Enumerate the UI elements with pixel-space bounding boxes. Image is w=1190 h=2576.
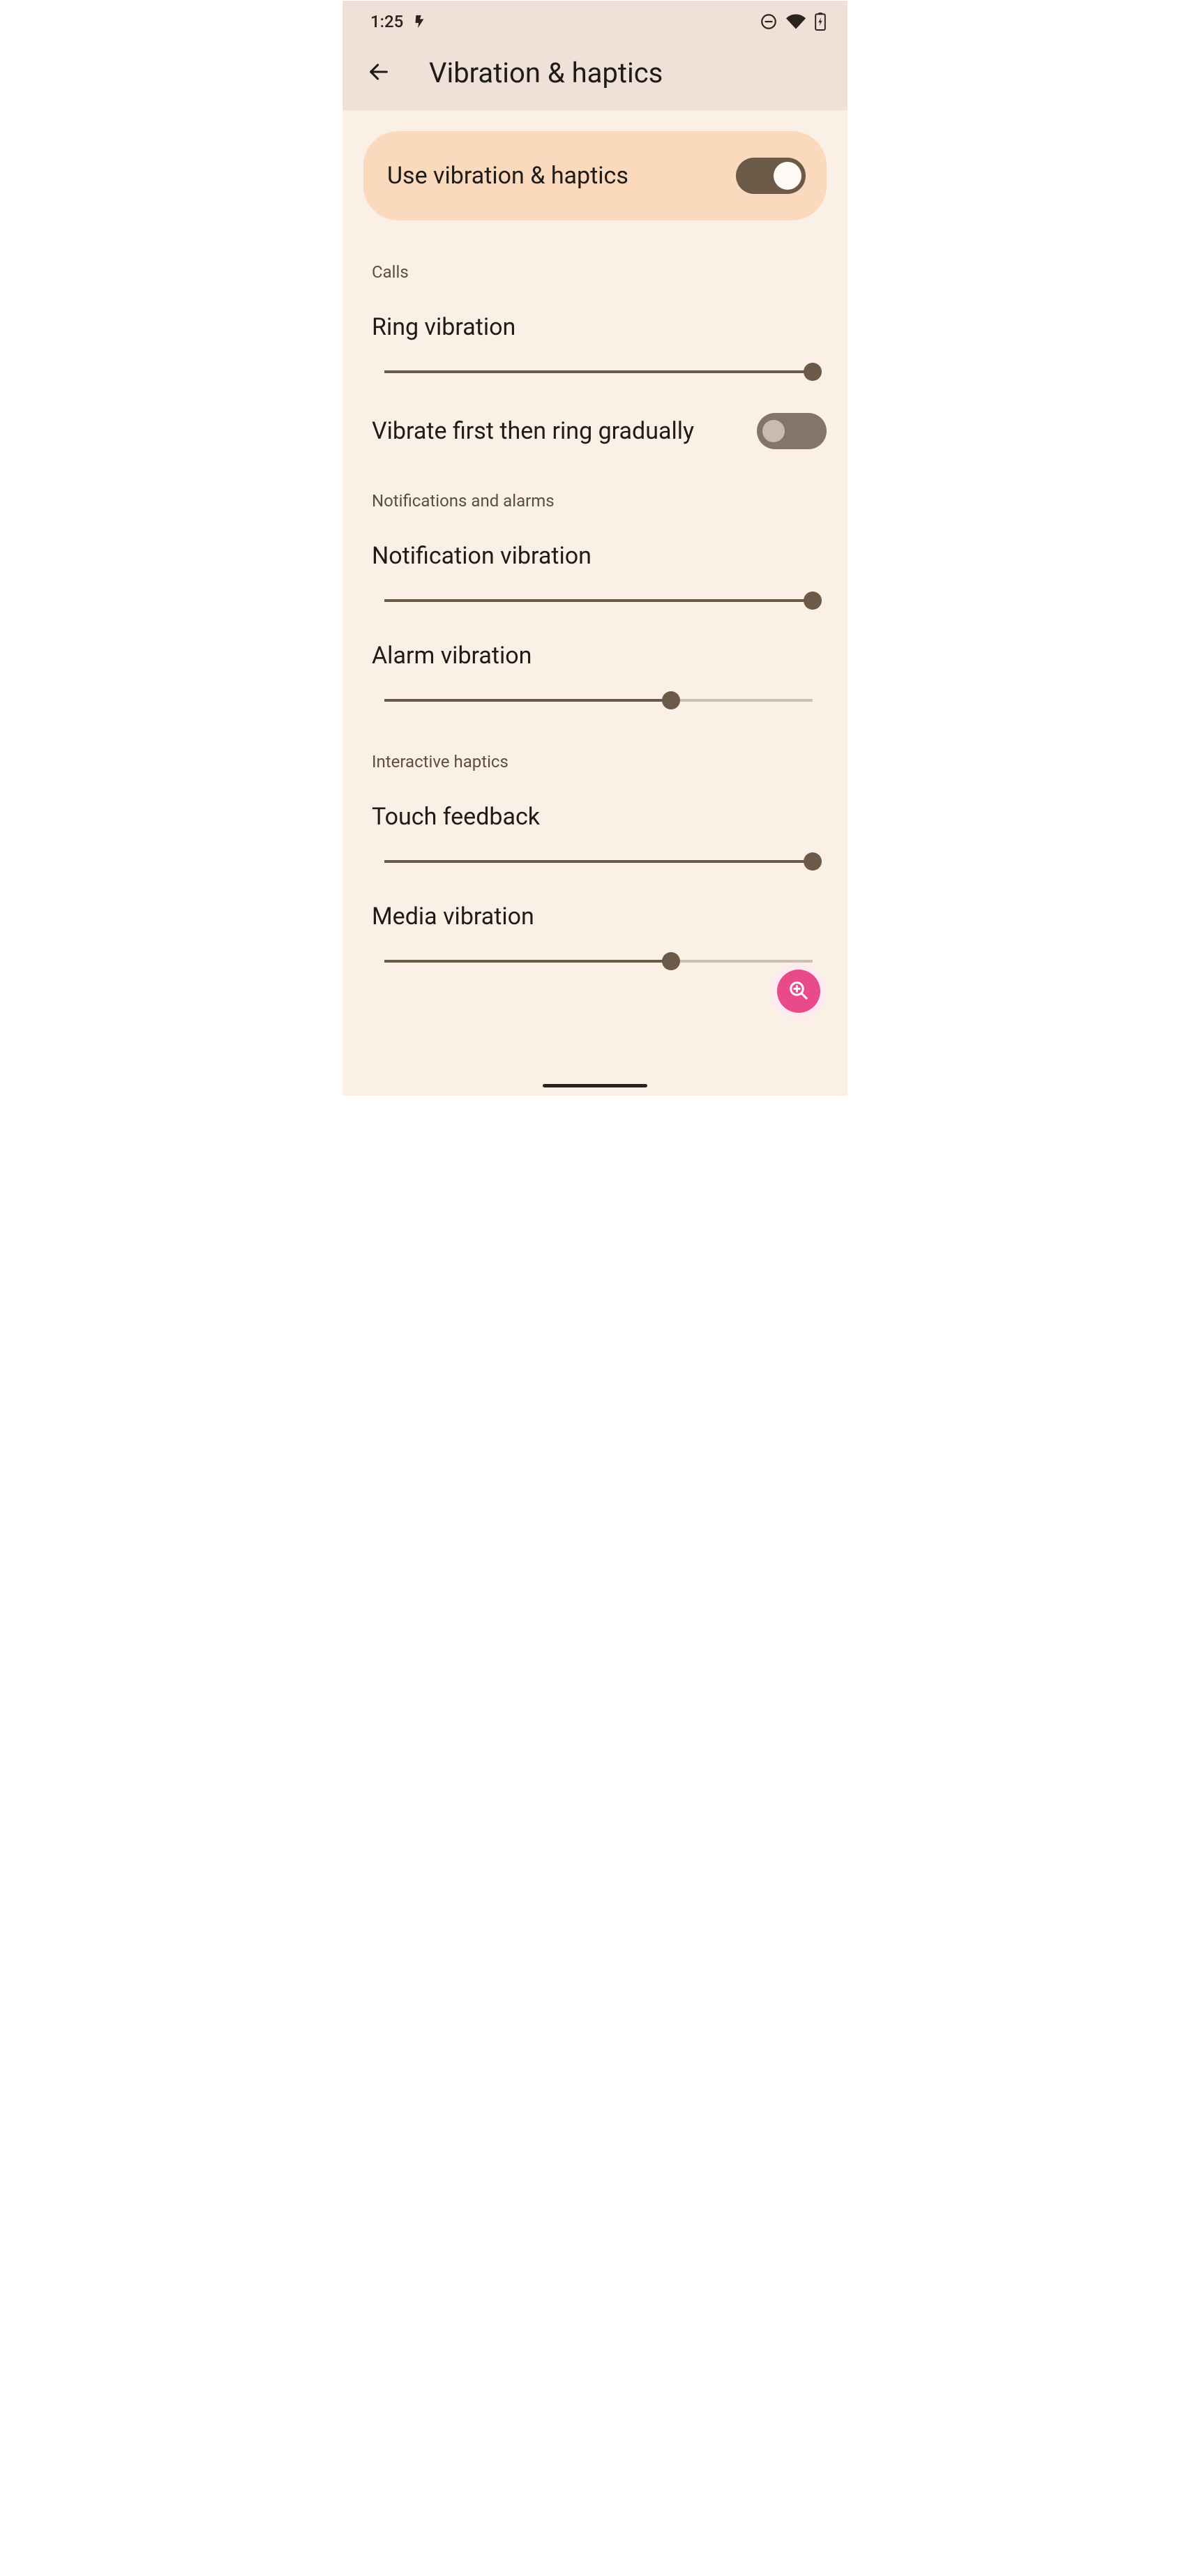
phone-frame: 1:25 Vibration & haptics <box>342 1 848 1096</box>
ring-vibration-slider[interactable] <box>384 362 813 382</box>
status-time: 1:25 <box>370 12 403 31</box>
media-vibration-slider[interactable] <box>384 951 813 971</box>
alarm-vibration-label: Alarm vibration <box>372 642 827 670</box>
nav-handle[interactable] <box>543 1084 647 1087</box>
notification-vibration-label: Notification vibration <box>372 542 827 570</box>
notification-vibration-slider[interactable] <box>384 591 813 610</box>
status-bar: 1:25 <box>342 1 848 43</box>
back-arrow-icon <box>367 60 391 86</box>
section-header-notifications: Notifications and alarms <box>372 491 827 511</box>
master-toggle[interactable] <box>736 158 806 194</box>
content: Use vibration & haptics Calls Ring vibra… <box>342 131 848 1055</box>
fab-glow <box>771 963 827 1019</box>
media-vibration-label: Media vibration <box>372 903 827 931</box>
alarm-vibration-slider[interactable] <box>384 691 813 710</box>
zoom-in-icon <box>788 980 809 1003</box>
section-header-calls: Calls <box>372 262 827 282</box>
ring-vibration-label: Ring vibration <box>372 313 827 341</box>
section-header-interactive: Interactive haptics <box>372 752 827 771</box>
app-bar: Vibration & haptics <box>342 43 848 110</box>
wifi-icon <box>786 12 806 31</box>
page-title: Vibration & haptics <box>429 57 663 89</box>
back-button[interactable] <box>363 58 394 89</box>
battery-charging-icon <box>814 13 827 31</box>
master-toggle-row[interactable]: Use vibration & haptics <box>363 131 827 220</box>
vibrate-first-toggle[interactable] <box>757 413 827 449</box>
vibrate-first-row[interactable]: Vibrate first then ring gradually <box>363 413 827 449</box>
touch-feedback-slider[interactable] <box>384 852 813 871</box>
zoom-fab[interactable] <box>777 970 820 1013</box>
dnd-icon <box>760 13 778 31</box>
touch-feedback-label: Touch feedback <box>372 803 827 831</box>
master-toggle-label: Use vibration & haptics <box>387 162 628 190</box>
vibrate-first-label: Vibrate first then ring gradually <box>372 417 694 445</box>
bolt-icon <box>412 14 427 29</box>
